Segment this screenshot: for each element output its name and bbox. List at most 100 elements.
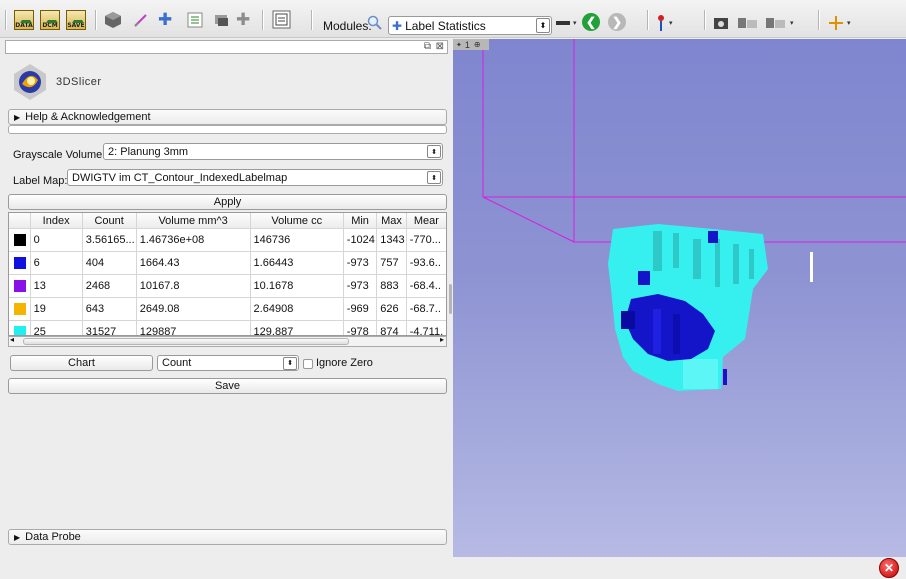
load-data-button[interactable]: DATA <box>14 9 34 31</box>
cell-mean: -68.4.. <box>406 275 446 298</box>
cell-index: 19 <box>30 298 83 321</box>
puzzle-grey-icon: ✚ <box>236 10 251 29</box>
toolbar-separator <box>704 10 706 30</box>
module-selector[interactable]: ✚ Label Statistics ⬍ <box>388 16 552 35</box>
puzzle-icon: ✚ <box>392 18 403 33</box>
toolbar-separator <box>647 10 649 30</box>
module-python-button[interactable] <box>272 9 292 31</box>
cell-color <box>9 252 31 275</box>
cell-color <box>9 275 31 298</box>
3d-view[interactable]: ✦ 1 ⊕ <box>453 39 906 557</box>
back-button[interactable]: ❮ <box>582 11 600 33</box>
cell-max: 757 <box>377 252 407 275</box>
column-header-volume-cc[interactable]: Volume cc <box>250 213 344 229</box>
table-row[interactable]: 25 31527 129887 129.887 -978 874 -4.711. <box>9 321 446 335</box>
panel-titlebar: ⧉ ⊠ <box>5 40 448 54</box>
float-panel-button[interactable]: ⧉ <box>424 41 431 52</box>
forward-button[interactable]: ❯ <box>608 11 626 33</box>
view-controller-badge[interactable]: ✦ 1 ⊕ <box>453 39 489 50</box>
grayscale-volume-value: 2: Planung 3mm <box>108 145 189 158</box>
chevron-updown-icon: ⬍ <box>427 145 441 158</box>
module-editor-button[interactable] <box>132 9 150 31</box>
cell-mean: -93.6.. <box>406 252 446 275</box>
column-header-count[interactable]: Count <box>82 213 137 229</box>
cell-volume-mm: 2649.08 <box>136 298 251 321</box>
data-probe-toggle[interactable]: ▶ Data Probe <box>8 529 447 545</box>
toolbar-separator <box>818 10 820 30</box>
module-home-button[interactable] <box>104 9 122 31</box>
module-extension-manager-button[interactable]: ✚ <box>236 9 250 31</box>
chart-metric-value: Count <box>162 357 192 369</box>
module-search-button[interactable] <box>367 12 383 34</box>
table-row[interactable]: 6 404 1664.43 1.66443 -973 757 -93.6.. <box>9 252 446 275</box>
color-swatch <box>14 326 26 335</box>
panel-vertical-scrollbar[interactable] <box>449 284 452 314</box>
table-horizontal-scrollbar[interactable]: ◂ ▸ <box>8 335 447 347</box>
save-button[interactable]: Save <box>8 378 447 394</box>
scroll-left-icon[interactable]: ◂ <box>10 335 14 344</box>
screenshot-button[interactable] <box>713 12 729 34</box>
module-data-button[interactable] <box>186 9 204 31</box>
cell-min: -969 <box>343 298 378 321</box>
color-swatch <box>14 303 26 315</box>
cell-color <box>9 298 31 321</box>
cell-volume-mm: 129887 <box>137 321 251 335</box>
terminal-icon <box>272 10 291 29</box>
column-header-min[interactable]: Min <box>343 213 378 229</box>
cell-count: 404 <box>82 252 137 275</box>
column-header-mean[interactable]: Mear <box>406 213 446 229</box>
statistics-table: Index Count Volume mm^3 Volume cc Min Ma… <box>8 212 447 336</box>
error-log-icon[interactable]: ✕ <box>879 558 899 578</box>
color-swatch <box>14 234 26 246</box>
cell-min: -973 <box>343 252 378 275</box>
grayscale-volume-select[interactable]: 2: Planung 3mm ⬍ <box>103 143 443 160</box>
module-extension-button[interactable]: ✚ <box>158 9 172 31</box>
column-header-max[interactable]: Max <box>377 213 407 229</box>
layout-button[interactable] <box>737 12 759 34</box>
load-dicom-button[interactable]: DCM <box>40 9 60 31</box>
scroll-right-icon[interactable]: ▸ <box>440 335 444 344</box>
apply-button[interactable]: Apply <box>8 194 447 210</box>
cell-max: 883 <box>377 275 407 298</box>
module-history-button[interactable]: ▾ <box>556 12 577 34</box>
labelmap-select[interactable]: DWIGTV im CT_Contour_IndexedLabelmap ⬍ <box>67 169 443 186</box>
crosshair-button[interactable]: ▾ <box>828 12 851 34</box>
3d-scene <box>482 39 906 391</box>
mouse-mode-button[interactable]: ▾ <box>656 12 673 34</box>
puzzle-icon: ✚ <box>158 10 173 29</box>
color-swatch <box>14 280 26 292</box>
close-panel-button[interactable]: ⊠ <box>436 41 444 52</box>
help-section-toggle[interactable]: ▶ Help & Acknowledgement <box>8 109 447 125</box>
column-header-index[interactable]: Index <box>30 213 83 229</box>
table-row[interactable]: 13 2468 10167.8 10.1678 -973 883 -68.4.. <box>9 275 446 298</box>
save-scene-button[interactable]: SAVE <box>66 9 86 31</box>
module-models-button[interactable] <box>212 9 230 31</box>
chart-metric-select[interactable]: Count ⬍ <box>157 355 299 371</box>
search-icon <box>367 15 382 30</box>
slicer-logo-icon <box>14 64 46 100</box>
cell-color <box>9 229 31 252</box>
load-data-icon: DATA <box>14 10 34 30</box>
cell-max: 1343 <box>377 229 407 252</box>
table-row[interactable]: 0 3.56165... 1.46736e+08 146736 -1024 1343 -77… <box>9 229 446 252</box>
view-layout-dropdown[interactable]: ▾ <box>765 12 794 34</box>
triangle-right-icon: ▶ <box>14 532 21 542</box>
bounding-box-outline <box>482 39 906 243</box>
chevron-updown-icon: ⬍ <box>283 356 297 370</box>
column-header-volume-mm[interactable]: Volume mm^3 <box>136 213 251 229</box>
toolbar-separator <box>311 10 313 30</box>
link-icon: ⊕ <box>473 40 481 49</box>
column-header-color[interactable] <box>9 213 31 229</box>
cell-volume-mm: 1664.43 <box>136 252 251 275</box>
table-row[interactable]: 19 643 2649.08 2.64908 -969 626 -68.7.. <box>9 298 446 321</box>
ignore-zero-checkbox[interactable] <box>303 359 313 369</box>
scrollbar-thumb[interactable] <box>23 338 349 345</box>
logo-text: 3DSlicer <box>56 76 102 88</box>
data-probe-label: Data Probe <box>25 531 81 543</box>
list-icon <box>187 12 203 28</box>
chevron-down-icon: ▾ <box>847 20 851 27</box>
status-bar <box>453 557 906 579</box>
chart-button[interactable]: Chart <box>10 355 153 371</box>
arrow-left-icon: ❮ <box>582 13 600 31</box>
cell-volume-mm: 1.46736e+08 <box>136 229 251 252</box>
